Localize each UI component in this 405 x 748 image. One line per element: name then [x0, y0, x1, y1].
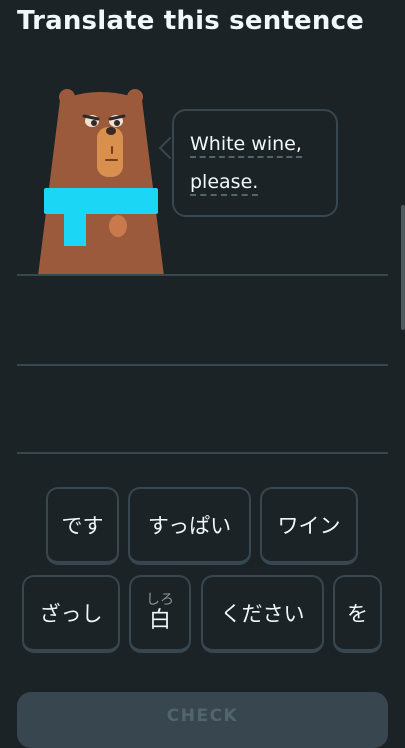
word-chip-kudasai[interactable]: ください [201, 575, 324, 653]
word-chip-shiro[interactable]: しろ 白 [129, 575, 191, 653]
prompt-sentence: White wine, please. [190, 125, 335, 201]
word-chip-reading: しろ [146, 592, 174, 608]
bear-character-icon [38, 89, 164, 276]
answer-line-1 [17, 274, 388, 276]
word-chip-desu[interactable]: です [46, 487, 119, 565]
answer-line-2 [17, 364, 388, 366]
word-chip-label: ワイン [277, 514, 341, 538]
prompt-line-1[interactable]: White wine, [190, 133, 302, 158]
word-chip-label: です [61, 514, 104, 538]
page-title: Translate this sentence [17, 6, 365, 36]
word-chip-label: 白 [148, 608, 171, 633]
word-chip-wo[interactable]: を [333, 575, 382, 653]
word-chip-label: ざっし [39, 602, 103, 626]
word-chip-wain[interactable]: ワイン [260, 487, 358, 565]
check-button-label: CHECK [166, 706, 239, 726]
word-chip-label: すっぱい [147, 514, 232, 538]
word-chip-suppai[interactable]: すっぱい [128, 487, 251, 565]
scroll-indicator[interactable] [401, 205, 405, 330]
speech-bubble: White wine, please. [172, 109, 338, 217]
word-chip-label: を [347, 602, 368, 626]
word-chip-zasshi[interactable]: ざっし [22, 575, 120, 653]
answer-line-3 [17, 452, 388, 454]
check-button[interactable]: CHECK [17, 692, 388, 748]
word-chip-label: ください [220, 602, 305, 626]
prompt-line-2[interactable]: please. [190, 171, 259, 196]
